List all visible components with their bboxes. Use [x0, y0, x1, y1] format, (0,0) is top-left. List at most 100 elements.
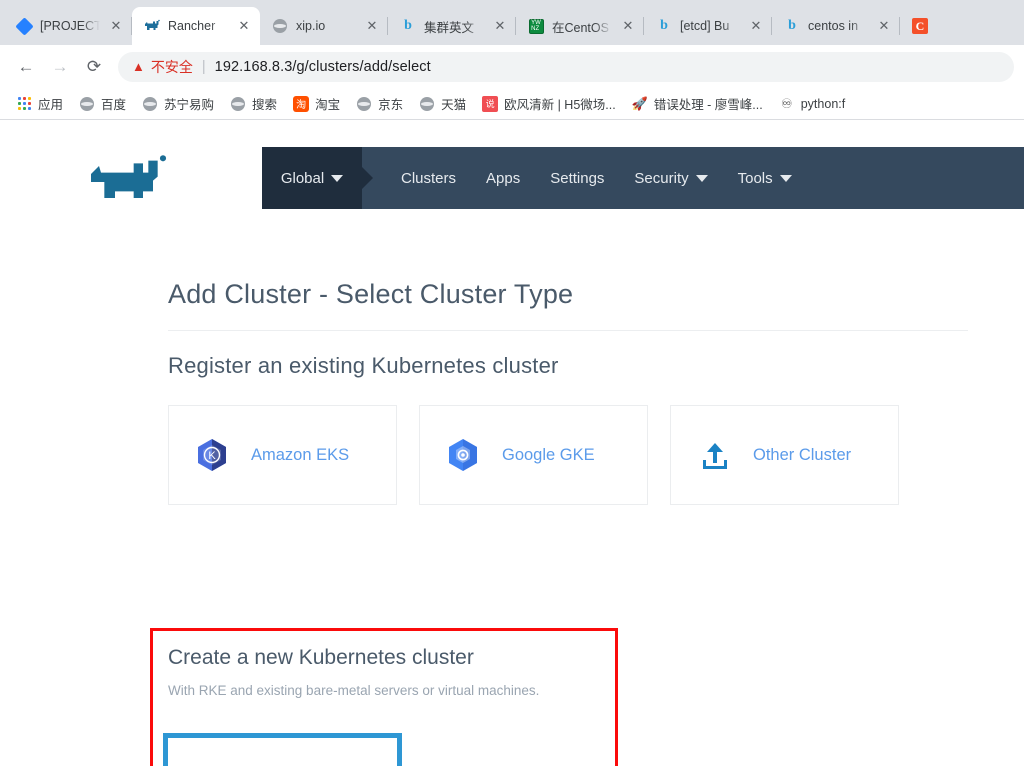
bookmark-label: 苏宁易购 [164, 98, 215, 112]
register-cards-row: K Amazon EKS Google GKE Other Cluster [168, 405, 968, 505]
rancher-nav-links: Clusters Apps Settings Security Tools [362, 147, 807, 209]
cluster-card-amazon-eks[interactable]: K Amazon EKS [168, 405, 397, 505]
address-bar: ← → ⟳ ▲ 不安全 | 192.168.8.3/g/clusters/add… [0, 45, 1024, 88]
browser-tab-jiqun[interactable]: b 集群英文 ✕ [388, 7, 516, 45]
nav-item-label: Tools [737, 169, 773, 187]
bookmarks-bar: 应用 百度 苏宁易购 搜索 淘 淘宝 京东 天猫 说 欧风清新 | H5微场..… [0, 88, 1024, 120]
nav-item-security[interactable]: Security [619, 170, 722, 187]
rocket-icon: 🚀 [631, 95, 648, 111]
bookmark-label: 京东 [378, 98, 404, 112]
tab-close-button[interactable]: ✕ [620, 18, 636, 34]
shuo-icon: 说 [482, 95, 499, 112]
bookmark-baidu[interactable]: 百度 [71, 91, 134, 116]
bookmark-taobao[interactable]: 淘 淘宝 [285, 91, 348, 116]
bookmark-label: 搜索 [252, 98, 278, 112]
bookmark-search[interactable]: 搜索 [222, 91, 285, 116]
globe-icon [79, 96, 95, 112]
tab-title: xip.io [296, 19, 326, 33]
python-icon: ♾ [780, 95, 793, 111]
cluster-card-label: Google GKE [502, 445, 595, 464]
bing-icon: b [660, 18, 668, 33]
nav-item-tools[interactable]: Tools [723, 170, 807, 187]
import-upload-icon [697, 438, 731, 472]
title-divider [168, 330, 968, 331]
register-section-title: Register an existing Kubernetes cluster [168, 353, 559, 378]
globe-icon [419, 96, 435, 112]
nav-item-label: Clusters [401, 169, 457, 187]
browser-tab-csdn[interactable]: C [900, 7, 1024, 45]
nav-global-dropdown[interactable]: Global [262, 147, 362, 209]
apps-grid-icon [16, 96, 32, 112]
bing-icon: b [788, 18, 796, 33]
cluster-card-label: Amazon EKS [251, 445, 350, 464]
cluster-card-existing-nodes[interactable]: Existing nodes [168, 738, 397, 766]
cluster-card-label: Other Cluster [753, 445, 852, 464]
tab-title: [etcd] Bu [680, 19, 730, 33]
create-section-title: Create a new Kubernetes cluster [168, 646, 474, 669]
bookmark-label: 应用 [38, 98, 64, 112]
nav-item-label: Security [634, 169, 689, 187]
google-gke-icon [446, 438, 480, 472]
bookmark-label: python:f [800, 96, 846, 111]
nav-item-apps[interactable]: Apps [471, 170, 535, 187]
chevron-down-icon [331, 174, 344, 182]
rancher-navbar: Global Clusters Apps Settings Security T… [0, 147, 1024, 209]
forward-button[interactable]: → [44, 51, 76, 83]
url-text: 192.168.8.3/g/clusters/add/select [214, 58, 431, 75]
rancher-page: Global Clusters Apps Settings Security T… [0, 120, 1024, 766]
browser-tab-rancher[interactable]: Rancher ✕ [132, 7, 260, 45]
browser-tab-centos-cn[interactable]: YW NZ 在CentOS ✕ [516, 7, 644, 45]
browser-tab-jira[interactable]: [PROJECT ✕ [4, 7, 132, 45]
bookmark-apps[interactable]: 应用 [8, 91, 71, 116]
bookmark-jd[interactable]: 京东 [348, 91, 411, 116]
amazon-eks-icon: K [195, 438, 229, 472]
globe-icon [356, 96, 372, 112]
rancher-logo-svg [91, 155, 167, 198]
browser-tab-xip-io[interactable]: xip.io ✕ [260, 7, 388, 45]
tab-title: 在CentOS [552, 20, 609, 35]
omnibox-divider: | [201, 58, 206, 75]
bookmark-suning[interactable]: 苏宁易购 [134, 91, 222, 116]
cluster-card-other-cluster[interactable]: Other Cluster [670, 405, 899, 505]
cluster-card-google-gke[interactable]: Google GKE [419, 405, 648, 505]
tab-close-button[interactable]: ✕ [364, 18, 380, 34]
reload-button[interactable]: ⟳ [78, 51, 110, 83]
tab-close-button[interactable]: ✕ [236, 18, 252, 34]
back-button[interactable]: ← [10, 51, 42, 83]
nav-global-label: Global [280, 169, 325, 187]
tab-close-button[interactable]: ✕ [748, 18, 764, 34]
svg-text:K: K [208, 450, 216, 462]
browser-tab-etcd[interactable]: b [etcd] Bu ✕ [644, 7, 772, 45]
taobao-icon: 淘 [293, 95, 310, 112]
create-section: Create a new Kubernetes cluster With RKE… [168, 646, 638, 698]
tab-close-button[interactable]: ✕ [876, 18, 892, 34]
bookmark-tmall[interactable]: 天猫 [411, 91, 474, 116]
page-title: Add Cluster - Select Cluster Type [168, 279, 574, 309]
bookmark-label: 百度 [101, 98, 127, 112]
tab-title: Rancher [168, 19, 216, 33]
rancher-cow-logo[interactable] [0, 147, 262, 209]
bookmark-label: 天猫 [441, 98, 467, 112]
bookmark-liaoxuefeng[interactable]: 🚀 错误处理 - 廖雪峰... [624, 91, 771, 116]
tab-title: centos in [808, 19, 859, 33]
chevron-down-icon [779, 174, 792, 182]
jira-diamond-icon [14, 16, 34, 36]
tab-title: 集群英文 [424, 20, 475, 35]
csdn-c-icon: C [912, 18, 928, 34]
nav-item-clusters[interactable]: Clusters [386, 170, 471, 187]
security-status-label: 不安全 [150, 58, 193, 75]
warning-triangle-icon[interactable]: ▲ [132, 60, 145, 73]
browser-tab-centos-in[interactable]: b centos in ✕ [772, 7, 900, 45]
bookmark-label: 欧风清新 | H5微场... [504, 98, 616, 112]
tab-close-button[interactable]: ✕ [492, 18, 508, 34]
globe-icon [272, 18, 288, 34]
bookmark-python[interactable]: ♾ python:f [771, 93, 853, 115]
globe-icon [230, 96, 246, 112]
annotation-box-blue: Existing nodes [163, 733, 402, 766]
nav-item-settings[interactable]: Settings [535, 170, 619, 187]
tab-close-button[interactable]: ✕ [108, 18, 124, 34]
bookmark-label: 淘宝 [315, 98, 341, 112]
url-bar[interactable]: ▲ 不安全 | 192.168.8.3/g/clusters/add/selec… [118, 51, 1014, 82]
bookmark-oufeng[interactable]: 说 欧风清新 | H5微场... [474, 91, 624, 116]
bing-icon: b [404, 18, 412, 33]
